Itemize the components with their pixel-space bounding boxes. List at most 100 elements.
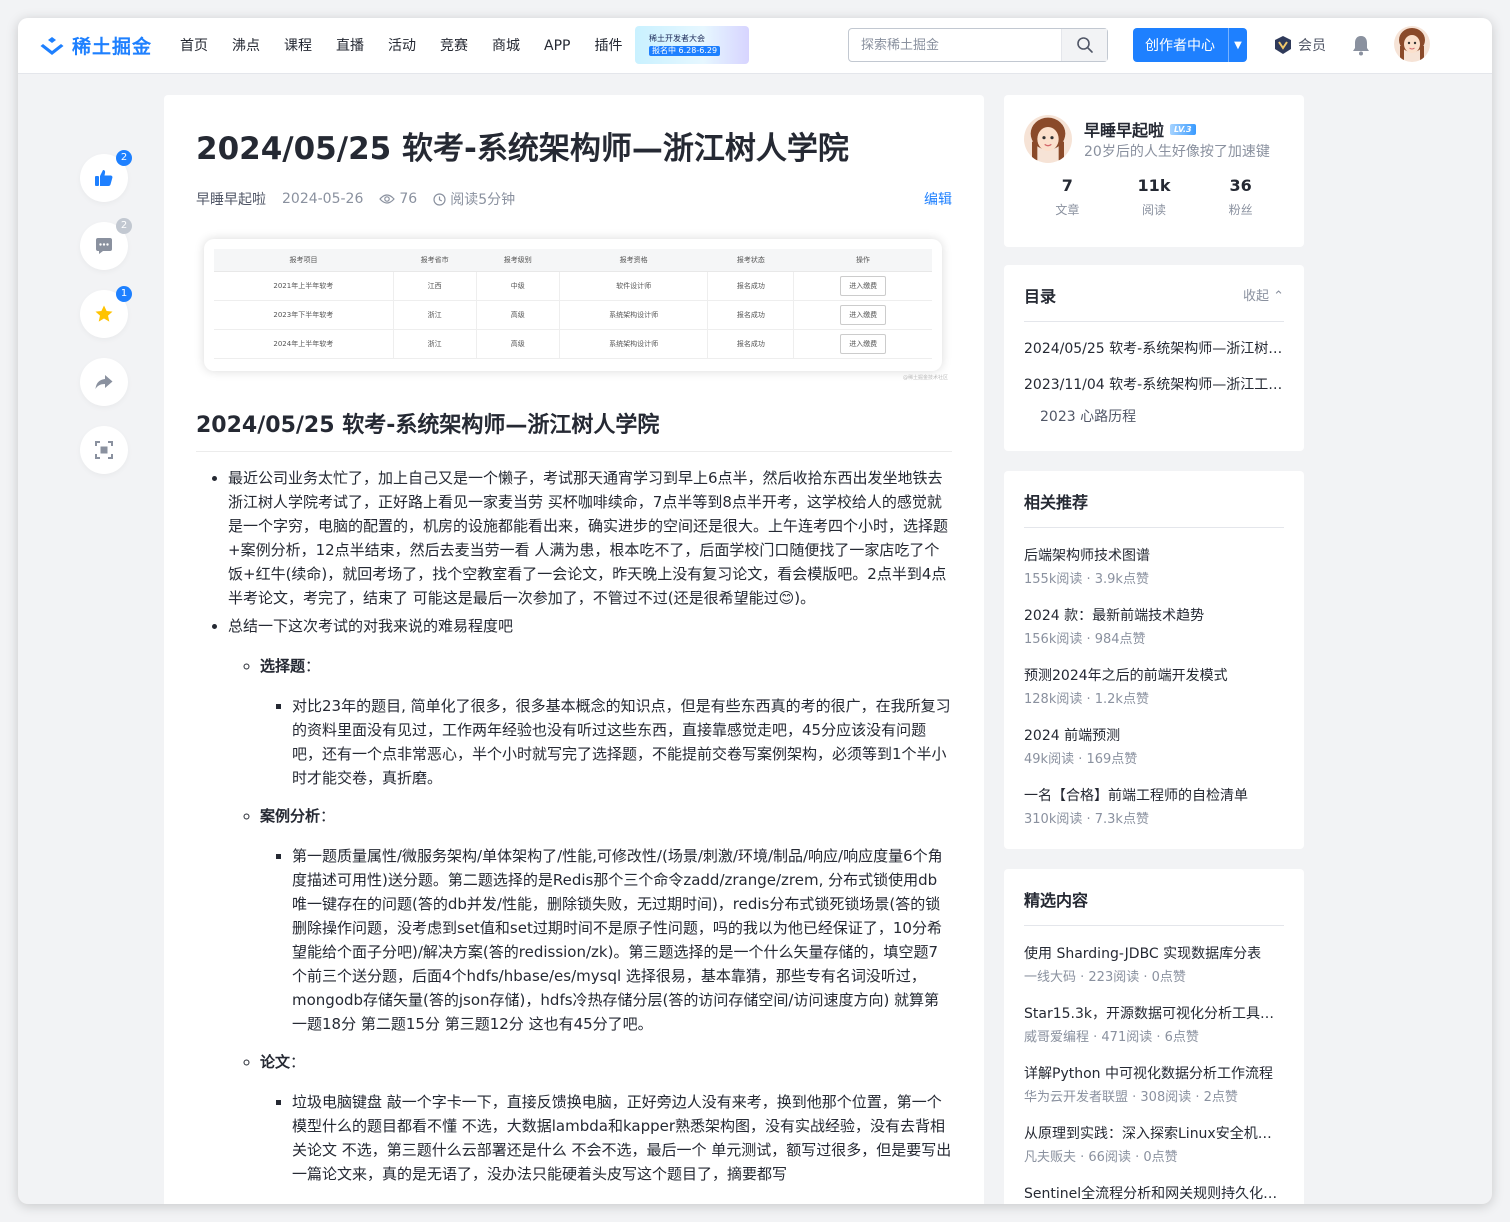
article-title: 2024/05/25 软考-系统架构师—浙江树人学院 (196, 131, 849, 167)
read-time-value: 阅读5分钟 (450, 192, 516, 208)
top-navbar: 稀土掘金 首页 沸点 课程 直播 活动 竞赛 商城 APP 插件 稀土开发者大会… (18, 18, 1492, 74)
toc-item[interactable]: 2024/05/25 软考-系统架构师—浙江树人学院 (1024, 338, 1284, 358)
search-button[interactable] (1061, 29, 1107, 61)
section-label: 论文 (260, 1053, 291, 1071)
article-panel: 2024/05/25 软考-系统架构师—浙江树人学院 早睡早起啦 2024-05… (164, 95, 984, 1204)
star-icon (95, 305, 113, 322)
pay-button: 进入缴费 (840, 333, 887, 354)
stat-reads[interactable]: 11k 阅读 (1111, 175, 1198, 218)
recommend-item-title: 2024 款：最新前端技术趋势 (1024, 608, 1205, 624)
nav-pins[interactable]: 沸点 (220, 18, 272, 74)
section-item: 案例分析： 第一题质量属性/微服务架构/单体架构了/性能,可修改性/(场景/刺激… (260, 804, 952, 1036)
nav-contests[interactable]: 竞赛 (428, 18, 480, 74)
like-button[interactable]: 2 (80, 150, 132, 202)
list-item-text: 总结一下这次考试的对我来说的难易程度吧 (228, 617, 514, 635)
share-icon (95, 375, 113, 389)
comment-count-badge: 2 (116, 218, 132, 234)
clock-icon (433, 192, 446, 206)
nav-store[interactable]: 商城 (480, 18, 532, 74)
event-banner[interactable]: 稀土开发者大会 报名中 6.28-6.29 (635, 26, 749, 64)
recommend-title: 相关推荐 (1024, 471, 1284, 528)
nav-events[interactable]: 活动 (376, 18, 428, 74)
stat-value: 11k (1137, 176, 1171, 195)
collapse-label: 收起 (1242, 289, 1269, 304)
nav-app[interactable]: APP (532, 18, 582, 74)
selected-item[interactable]: 使用 Sharding-JDBC 实现数据库分表 一线大码 · 223阅读 · … (1024, 944, 1284, 986)
table-cell: 江西 (393, 271, 477, 301)
table-header: 操作 (793, 249, 932, 272)
stat-label: 文章 (1055, 203, 1080, 217)
table-row: 2023年下半年软考 浙江 高级 系统架构设计师 报名成功 进入缴费 (214, 300, 932, 330)
recommend-item-stats: 49k阅读 · 169点赞 (1024, 752, 1138, 767)
selected-item[interactable]: Sentinel全流程分析和网关规则持久化到Nacos (1024, 1184, 1284, 1204)
juejin-logo[interactable]: 稀土掘金 (38, 32, 152, 59)
nav-home[interactable]: 首页 (168, 18, 220, 74)
article-image-registration-table[interactable]: 报考项目 报考省市 报考级别 报考资格 报考状态 操作 2021年上半年软考 江… (204, 239, 948, 381)
logo-text: 稀土掘金 (72, 36, 153, 58)
toc-item[interactable]: 2023 心路历程 (1024, 406, 1284, 426)
article-meta: 早睡早起啦 2024-05-26 76 阅读5分钟 编辑 (196, 189, 952, 209)
list-item: 总结一下这次考试的对我来说的难易程度吧 选择题： 对比23年的题目, 简单化了很… (228, 614, 952, 1186)
user-avatar[interactable] (1394, 26, 1430, 62)
section-text: 对比23年的题目, 简单化了很多，很多基本概念的知识点，但是有些东西真的考的很广… (292, 694, 952, 790)
table-cell: 系统架构设计师 (559, 300, 709, 330)
publish-date: 2024-05-26 (282, 191, 364, 207)
selected-item-stats: 一线大码 · 223阅读 · 0点赞 (1024, 970, 1186, 985)
search-input[interactable] (849, 29, 1061, 61)
table-cell: 进入缴费 (793, 271, 932, 301)
vip-link[interactable]: 会员 (1273, 35, 1326, 55)
stat-followers[interactable]: 36 粉丝 (1197, 175, 1284, 218)
recommend-item[interactable]: 一名【合格】前端工程师的自检清单 310k阅读 · 7.3k点赞 (1024, 786, 1284, 828)
author-card: 早睡早起啦 LV.3 20岁后的人生好像按了加速键 7 文章 11k 阅读 36… (1004, 95, 1304, 247)
toc-collapse-button[interactable]: 收起 ⌃ (1243, 285, 1284, 304)
recommend-item-stats: 310k阅读 · 7.3k点赞 (1024, 812, 1149, 827)
nav-plugins[interactable]: 插件 (582, 18, 634, 74)
selected-item-stats: 威哥爱编程 · 471阅读 · 6点赞 (1024, 1030, 1199, 1045)
author-name[interactable]: 早睡早起啦 LV.3 (1084, 117, 1196, 141)
recommend-item[interactable]: 后端架构师技术图谱 155k阅读 · 3.9k点赞 (1024, 546, 1284, 588)
focus-mode-icon (95, 441, 113, 459)
share-button[interactable] (80, 358, 128, 406)
table-cell: 报名成功 (707, 271, 795, 301)
selected-content-card: 精选内容 使用 Sharding-JDBC 实现数据库分表 一线大码 · 223… (1004, 869, 1304, 1204)
nav-courses[interactable]: 课程 (272, 18, 324, 74)
recommend-item[interactable]: 2024 款：最新前端技术趋势 156k阅读 · 984点赞 (1024, 606, 1284, 648)
toc-item[interactable]: 2023/11/04 软考-系统架构师—浙江工业大学 (1024, 374, 1284, 394)
table-cell: 报名成功 (707, 329, 795, 359)
selected-item-title: Star15.3k，开源数据可视化分析工具项目 (1024, 1006, 1284, 1022)
section-label: 案例分析 (260, 807, 321, 825)
list-item: 最近公司业务太忙了，加上自己又是一个懒子，考试那天通宵学习到早上6点半，然后收拾… (228, 466, 952, 610)
toc-card: 目录 收起 ⌃ 2024/05/25 软考-系统架构师—浙江树人学院 2023/… (1004, 265, 1304, 451)
table-cell: 进入缴费 (793, 300, 932, 330)
eye-icon (379, 194, 396, 204)
recommend-item[interactable]: 2024 前端预测 49k阅读 · 169点赞 (1024, 726, 1284, 768)
selected-item-title: 从原理到实践：深入探索Linux安全机制（一） (1024, 1126, 1284, 1142)
banner-title: 稀土开发者大会 (649, 34, 705, 43)
nav-live[interactable]: 直播 (324, 18, 376, 74)
pay-button: 进入缴费 (840, 304, 887, 325)
related-recommend-card: 相关推荐 后端架构师技术图谱 155k阅读 · 3.9k点赞 2024 款：最新… (1004, 471, 1304, 849)
edit-link[interactable]: 编辑 (924, 189, 952, 209)
selected-item[interactable]: Star15.3k，开源数据可视化分析工具项目 威哥爱编程 · 471阅读 · … (1024, 1004, 1284, 1046)
table-cell: 2021年上半年软考 (214, 271, 394, 301)
selected-item-stats: 华为云开发者联盟 · 308阅读 · 2点赞 (1024, 1090, 1238, 1105)
pay-button: 进入缴费 (840, 275, 887, 296)
selected-item[interactable]: 详解Python 中可视化数据分析工作流程 华为云开发者联盟 · 308阅读 ·… (1024, 1064, 1284, 1106)
selected-item[interactable]: 从原理到实践：深入探索Linux安全机制（一） 凡夫贩夫 · 66阅读 · 0点… (1024, 1124, 1284, 1166)
author-link[interactable]: 早睡早起啦 (196, 189, 266, 209)
table-cell: 软件设计师 (559, 271, 709, 301)
collect-button[interactable]: 1 (80, 286, 132, 338)
author-bio: 20岁后的人生好像按了加速键 (1084, 144, 1270, 160)
stat-articles[interactable]: 7 文章 (1024, 175, 1111, 218)
selected-item-title: 使用 Sharding-JDBC 实现数据库分表 (1024, 946, 1262, 962)
creator-center-button[interactable]: 创作者中心 ▼ (1133, 28, 1247, 62)
comment-button[interactable]: 2 (80, 218, 132, 270)
fullscreen-button[interactable] (80, 426, 128, 474)
section-text: 垃圾电脑键盘 敲一个字卡一下，直接反馈换电脑，正好旁边人没有来考，换到他那个位置… (292, 1090, 952, 1186)
author-avatar[interactable] (1024, 115, 1072, 163)
recommend-item[interactable]: 预测2024年之后的前端开发模式 128k阅读 · 1.2k点赞 (1024, 666, 1284, 708)
caret-down-icon[interactable]: ▼ (1228, 28, 1247, 62)
notification-bell[interactable] (1351, 34, 1371, 60)
search-box (848, 28, 1108, 62)
recommend-item-title: 预测2024年之后的前端开发模式 (1024, 668, 1228, 684)
